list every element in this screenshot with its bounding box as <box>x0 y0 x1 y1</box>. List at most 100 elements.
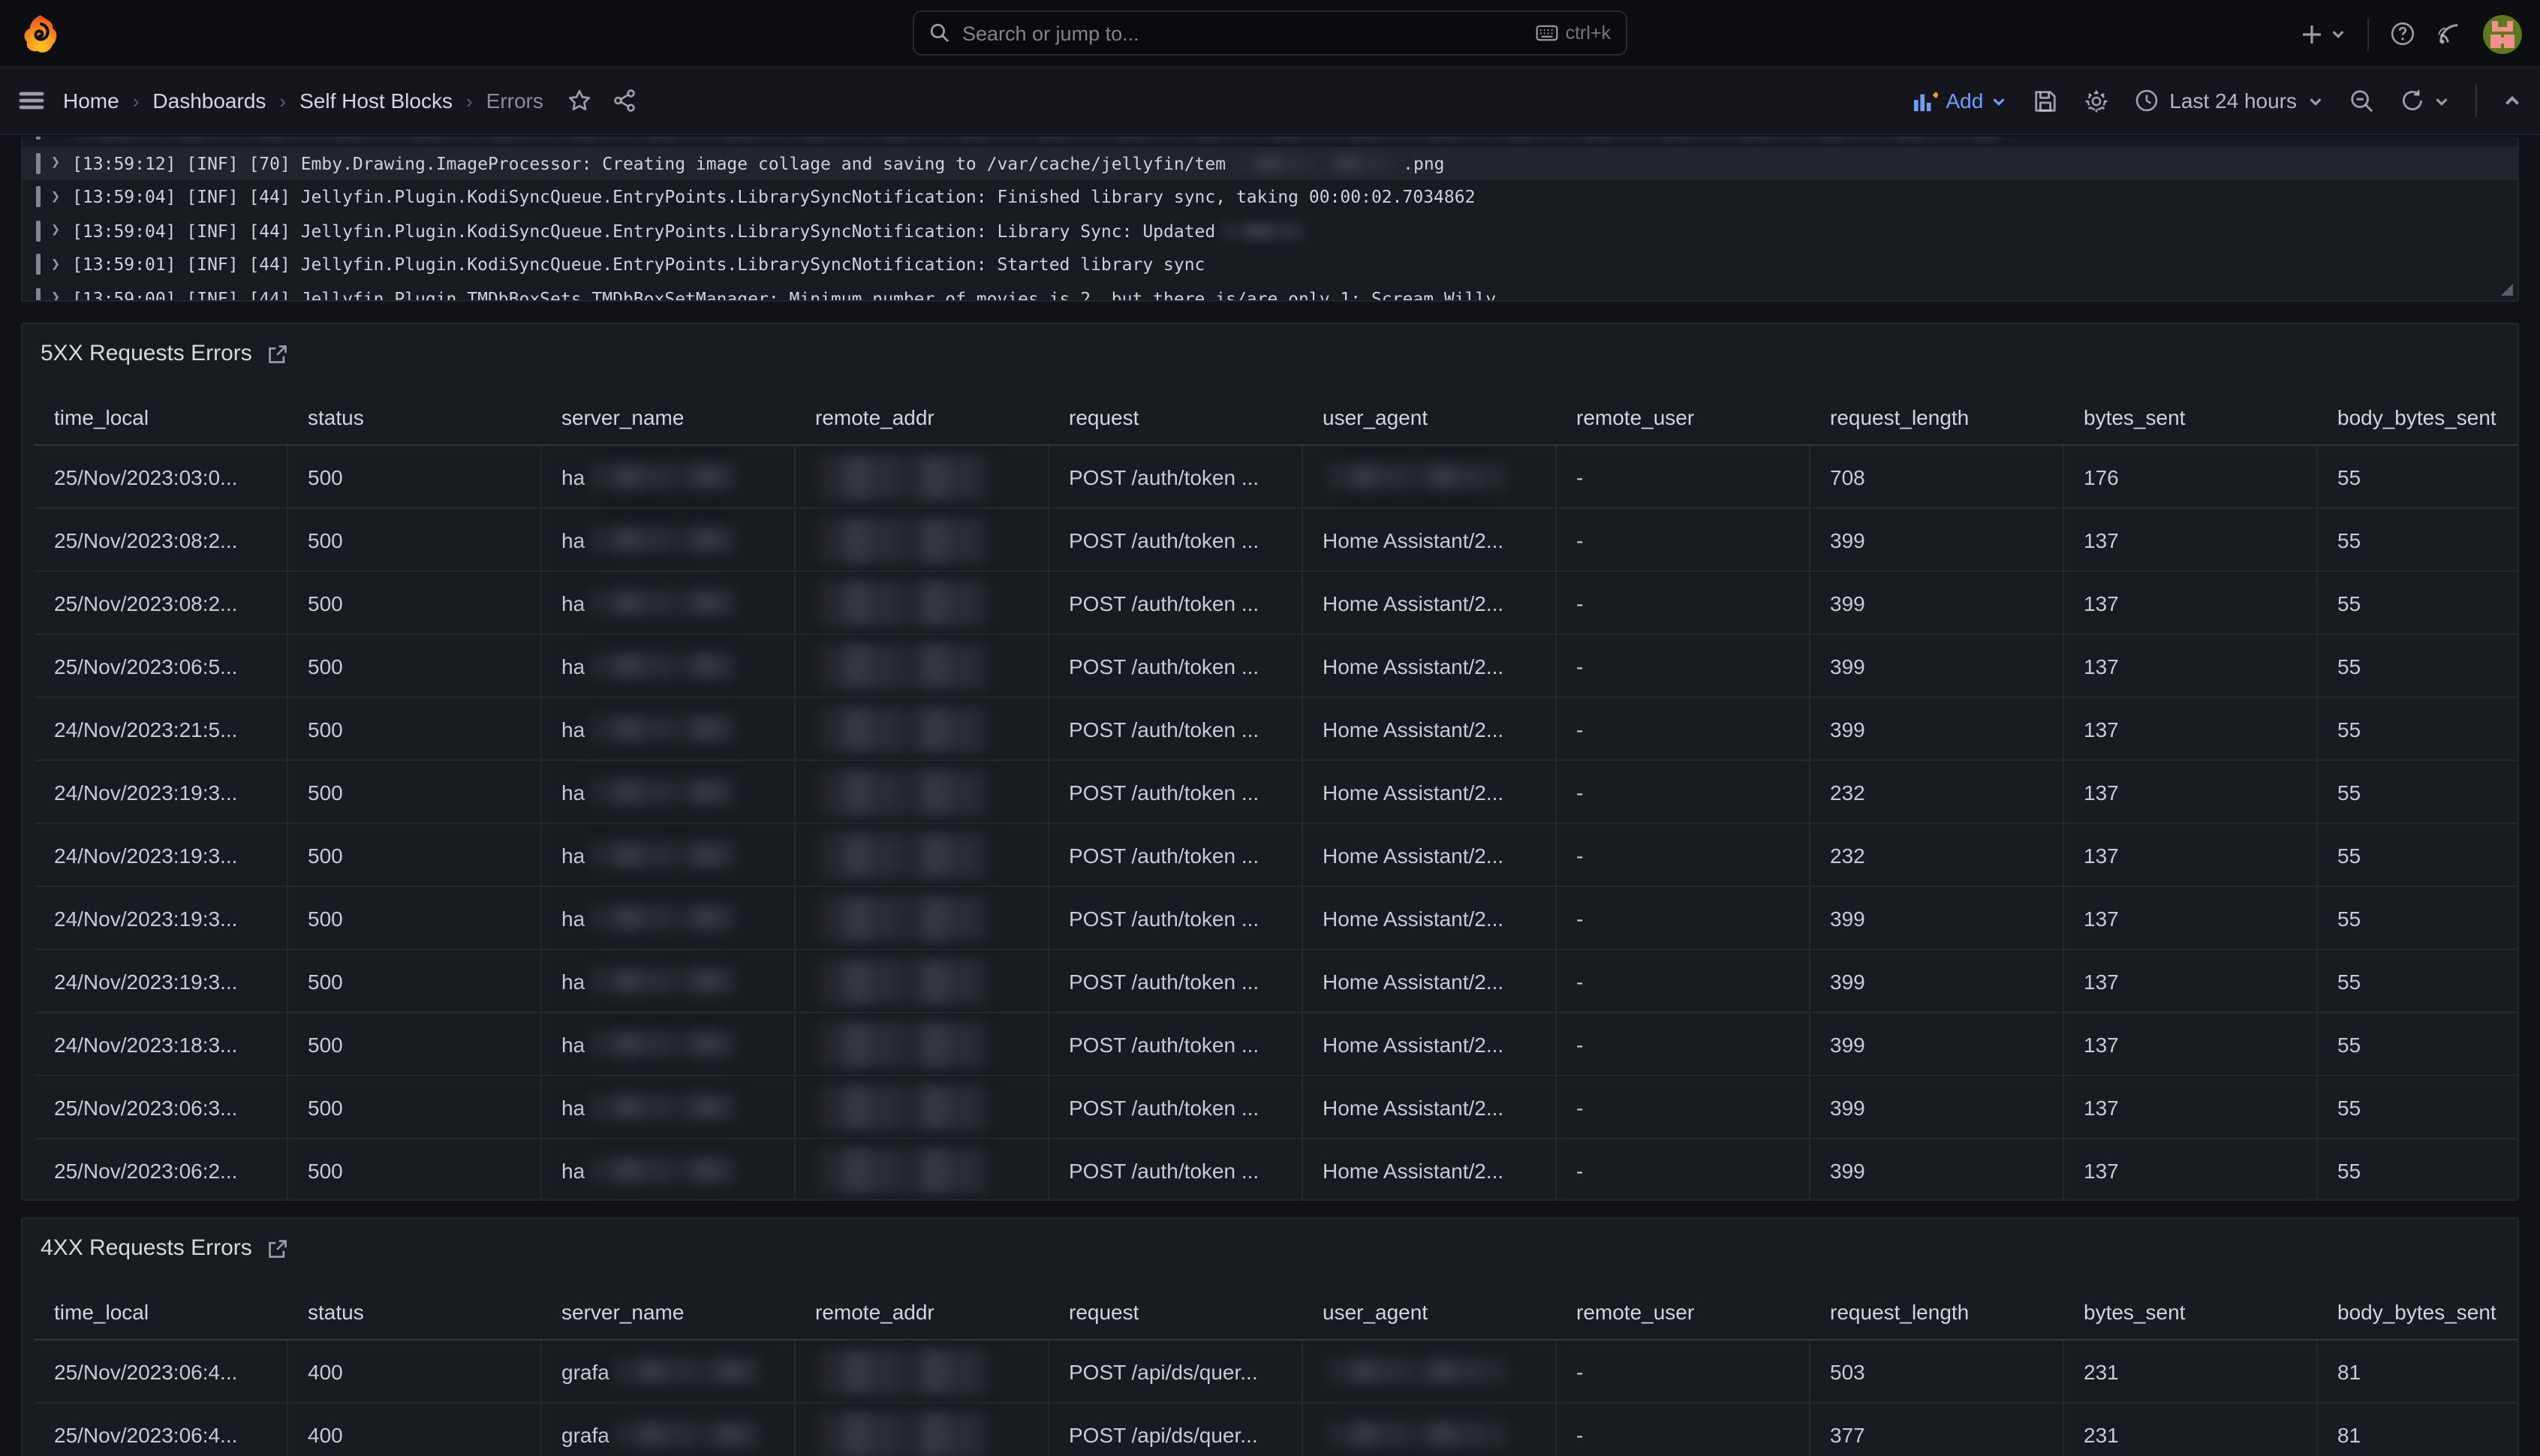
breadcrumb-item-self-host-blocks[interactable]: Self Host Blocks <box>299 89 453 113</box>
column-header-server_name[interactable]: server_name <box>542 1285 796 1339</box>
cell-bytes_sent: 137 <box>2064 1139 2318 1199</box>
cell-status: 500 <box>288 635 542 696</box>
search-shortcut: ctrl+k <box>1566 23 1611 44</box>
cell-status: 500 <box>288 698 542 760</box>
zoom-out-icon[interactable] <box>2349 88 2375 113</box>
row-expand-chevron[interactable]: ❯ <box>51 290 60 302</box>
redacted-text <box>614 1358 758 1384</box>
column-header-remote_user[interactable]: remote_user <box>1557 390 1810 444</box>
refresh-button[interactable] <box>2400 89 2450 113</box>
cell-status: 500 <box>288 572 542 633</box>
cell-request: POST /auth/token ... <box>1049 1139 1303 1199</box>
search-icon <box>929 23 950 44</box>
row-expand-chevron[interactable]: ❯ <box>51 223 60 239</box>
panel-4xx-requests-errors: 4XX Requests Errors time_localstatusserv… <box>21 1217 2519 1456</box>
column-header-time_local[interactable]: time_local <box>35 390 288 444</box>
log-row[interactable]: ❯[13:59:01] [INF] [44] Jellyfin.Plugin.K… <box>23 248 2517 281</box>
log-row[interactable]: ❯[13:59:04] [INF] [44] Jellyfin.Plugin.K… <box>23 180 2517 214</box>
column-header-user_agent[interactable]: user_agent <box>1303 390 1557 444</box>
redacted-text <box>820 643 988 688</box>
time-range-picker[interactable]: Last 24 hours <box>2135 89 2324 113</box>
grafana-logo[interactable] <box>21 13 62 53</box>
breadcrumb-item-home[interactable]: Home <box>63 89 119 113</box>
cell-status: 500 <box>288 446 542 507</box>
cell-request_length: 399 <box>1810 509 2064 570</box>
column-header-request[interactable]: request <box>1049 1285 1303 1339</box>
column-header-request_length[interactable]: request_length <box>1810 1285 2064 1339</box>
column-header-server_name[interactable]: server_name <box>542 390 796 444</box>
cell-remote_addr <box>796 1340 1049 1402</box>
help-icon[interactable] <box>2390 21 2415 47</box>
column-header-remote_addr[interactable]: remote_addr <box>796 390 1049 444</box>
search-input[interactable]: Search or jump to... ctrl+k <box>913 11 1627 56</box>
column-header-user_agent[interactable]: user_agent <box>1303 1285 1557 1339</box>
new-menu-button[interactable] <box>2300 22 2346 46</box>
cell-request_length: 399 <box>1810 1139 2064 1199</box>
redacted-text <box>589 716 733 742</box>
cell-remote_user: - <box>1557 509 1810 570</box>
cell-request_length: 399 <box>1810 572 2064 633</box>
row-expand-chevron[interactable]: ❯ <box>51 137 60 138</box>
log-row[interactable]: ❯[13:59:04] [INF] [44] Jellyfin.Plugin.K… <box>23 214 2517 248</box>
cell-remote_addr <box>796 698 1049 760</box>
chevron-up-icon[interactable] <box>2502 91 2522 110</box>
cell-request_length: 399 <box>1810 1076 2064 1138</box>
add-button[interactable]: Add <box>1913 89 2007 113</box>
row-expand-chevron[interactable]: ❯ <box>51 257 60 273</box>
breadcrumb-separator: › <box>466 89 473 112</box>
cell-time_local: 24/Nov/2023:19:3... <box>35 950 288 1012</box>
column-header-body_bytes_sent[interactable]: body_bytes_sent <box>2318 390 2517 444</box>
panel-title-5xx: 5XX Requests Errors <box>41 341 252 366</box>
column-header-request_length[interactable]: request_length <box>1810 390 2064 444</box>
cell-remote_user: - <box>1557 824 1810 886</box>
table-row: 25/Nov/2023:06:3...500haPOST /auth/token… <box>35 1076 2517 1139</box>
column-header-status[interactable]: status <box>288 1285 542 1339</box>
column-header-time_local[interactable]: time_local <box>35 1285 288 1339</box>
log-row[interactable]: ❯ <box>23 137 2517 146</box>
breadcrumb-separator: › <box>279 89 286 112</box>
resize-handle[interactable] <box>2501 284 2513 296</box>
breadcrumb-item-dashboards[interactable]: Dashboards <box>152 89 266 113</box>
column-header-remote_user[interactable]: remote_user <box>1557 1285 1810 1339</box>
share-icon[interactable] <box>612 89 637 113</box>
column-header-status[interactable]: status <box>288 390 542 444</box>
cell-user_agent: Home Assistant/2... <box>1303 950 1557 1012</box>
star-icon[interactable] <box>567 89 591 113</box>
log-level-bar <box>36 187 41 208</box>
cell-user_agent: Home Assistant/2... <box>1303 824 1557 886</box>
cell-body_bytes_sent: 81 <box>2318 1340 2517 1402</box>
external-link-icon[interactable] <box>267 343 288 364</box>
log-row[interactable]: ❯[13:59:00] [INF] [44] Jellyfin.Plugin.T… <box>23 281 2517 302</box>
log-row[interactable]: ❯[13:59:12] [INF] [70] Emby.Drawing.Imag… <box>23 146 2517 180</box>
cell-server_name: ha <box>542 824 796 886</box>
column-header-bytes_sent[interactable]: bytes_sent <box>2064 390 2318 444</box>
cell-remote_user: - <box>1557 572 1810 633</box>
row-expand-chevron[interactable]: ❯ <box>51 189 60 206</box>
column-header-request[interactable]: request <box>1049 390 1303 444</box>
cell-remote_user: - <box>1557 635 1810 696</box>
gear-icon[interactable] <box>2084 88 2109 113</box>
cell-status: 400 <box>288 1403 542 1456</box>
redacted-text <box>1327 1421 1507 1447</box>
avatar[interactable] <box>2483 14 2522 53</box>
cell-time_local: 24/Nov/2023:18:3... <box>35 1013 288 1075</box>
cell-body_bytes_sent: 55 <box>2318 635 2517 696</box>
rss-icon[interactable] <box>2436 21 2462 47</box>
log-level-bar <box>36 288 41 302</box>
cell-user_agent: Home Assistant/2... <box>1303 1076 1557 1138</box>
menu-icon[interactable] <box>18 87 45 114</box>
cell-server_name: ha <box>542 1013 796 1075</box>
table-row: 24/Nov/2023:21:5...500haPOST /auth/token… <box>35 698 2517 761</box>
column-header-body_bytes_sent[interactable]: body_bytes_sent <box>2318 1285 2517 1339</box>
row-expand-chevron[interactable]: ❯ <box>51 155 60 172</box>
column-header-remote_addr[interactable]: remote_addr <box>796 1285 1049 1339</box>
cell-time_local: 24/Nov/2023:19:3... <box>35 824 288 886</box>
save-icon[interactable] <box>2033 88 2058 113</box>
cell-status: 500 <box>288 1139 542 1199</box>
table-row: 24/Nov/2023:19:3...500haPOST /auth/token… <box>35 761 2517 824</box>
cell-request: POST /auth/token ... <box>1049 698 1303 760</box>
cell-body_bytes_sent: 55 <box>2318 698 2517 760</box>
column-header-bytes_sent[interactable]: bytes_sent <box>2064 1285 2318 1339</box>
external-link-icon[interactable] <box>267 1238 288 1259</box>
add-label: Add <box>1946 89 1983 113</box>
